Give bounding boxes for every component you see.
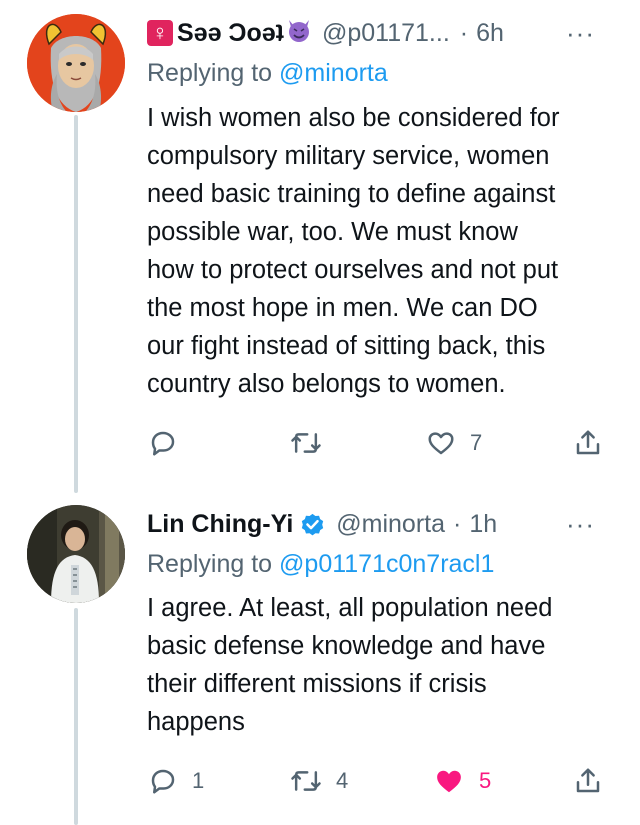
display-name[interactable]: Lin Ching-Yi bbox=[147, 510, 293, 539]
retweet-icon bbox=[291, 771, 321, 791]
timestamp[interactable]: 6h bbox=[476, 19, 504, 48]
replying-to-mention[interactable]: @minorta bbox=[279, 59, 388, 87]
thread-line-top bbox=[74, 115, 78, 493]
handle[interactable]: @minorta bbox=[336, 510, 445, 539]
avatar[interactable] bbox=[27, 505, 125, 603]
thread-line-bottom bbox=[74, 608, 78, 825]
separator-dot: · bbox=[459, 18, 469, 47]
devil-emoji bbox=[286, 17, 312, 50]
more-options-icon[interactable]: ··· bbox=[566, 18, 595, 49]
like-count: 7 bbox=[470, 430, 483, 455]
tweet-header: Lin Ching-Yi @minorta · 1h bbox=[147, 507, 497, 541]
reply-icon bbox=[151, 769, 175, 794]
replying-to-label: Replying to bbox=[147, 59, 273, 87]
replying-to: Replying to @minorta bbox=[147, 59, 388, 88]
reply-button[interactable]: 1 bbox=[148, 766, 204, 796]
tweet-text: I wish women also be considered for comp… bbox=[147, 104, 560, 398]
replying-to-label: Replying to bbox=[147, 550, 273, 578]
retweet-button[interactable] bbox=[290, 428, 336, 458]
like-button[interactable]: 7 bbox=[426, 428, 482, 458]
more-options-icon[interactable]: ··· bbox=[566, 509, 595, 540]
share-icon bbox=[576, 768, 600, 793]
like-count: 5 bbox=[479, 768, 492, 793]
retweet-button[interactable]: 4 bbox=[290, 766, 348, 796]
share-button[interactable] bbox=[573, 766, 603, 796]
retweet-count: 4 bbox=[336, 768, 349, 793]
reply-icon bbox=[151, 431, 175, 456]
tweet-text: I agree. At least, all population need b… bbox=[147, 594, 553, 736]
heart-filled-icon bbox=[437, 770, 461, 793]
retweet-icon bbox=[291, 433, 321, 453]
separator-dot: · bbox=[453, 509, 462, 538]
female-sign-emoji: ♀ bbox=[147, 20, 173, 46]
reply-button[interactable] bbox=[148, 428, 192, 458]
handle[interactable]: @p01171... bbox=[322, 19, 450, 48]
replying-to: Replying to @p01171c0n7racl1 bbox=[147, 550, 494, 579]
heart-outline-icon bbox=[428, 432, 454, 455]
like-button[interactable]: 5 bbox=[433, 766, 491, 796]
avatar[interactable] bbox=[27, 14, 125, 112]
replying-to-mention[interactable]: @p01171c0n7racl1 bbox=[279, 550, 494, 578]
verified-badge-icon bbox=[302, 513, 324, 535]
tweet-header: ♀ Sǝǝ Ɔoǝʇ @p01171... · 6h bbox=[147, 16, 504, 50]
share-icon bbox=[576, 430, 600, 455]
timestamp[interactable]: 1h bbox=[469, 510, 497, 539]
reply-count: 1 bbox=[192, 768, 205, 793]
share-button[interactable] bbox=[573, 428, 603, 458]
display-name[interactable]: Sǝǝ Ɔoǝʇ bbox=[177, 19, 284, 48]
